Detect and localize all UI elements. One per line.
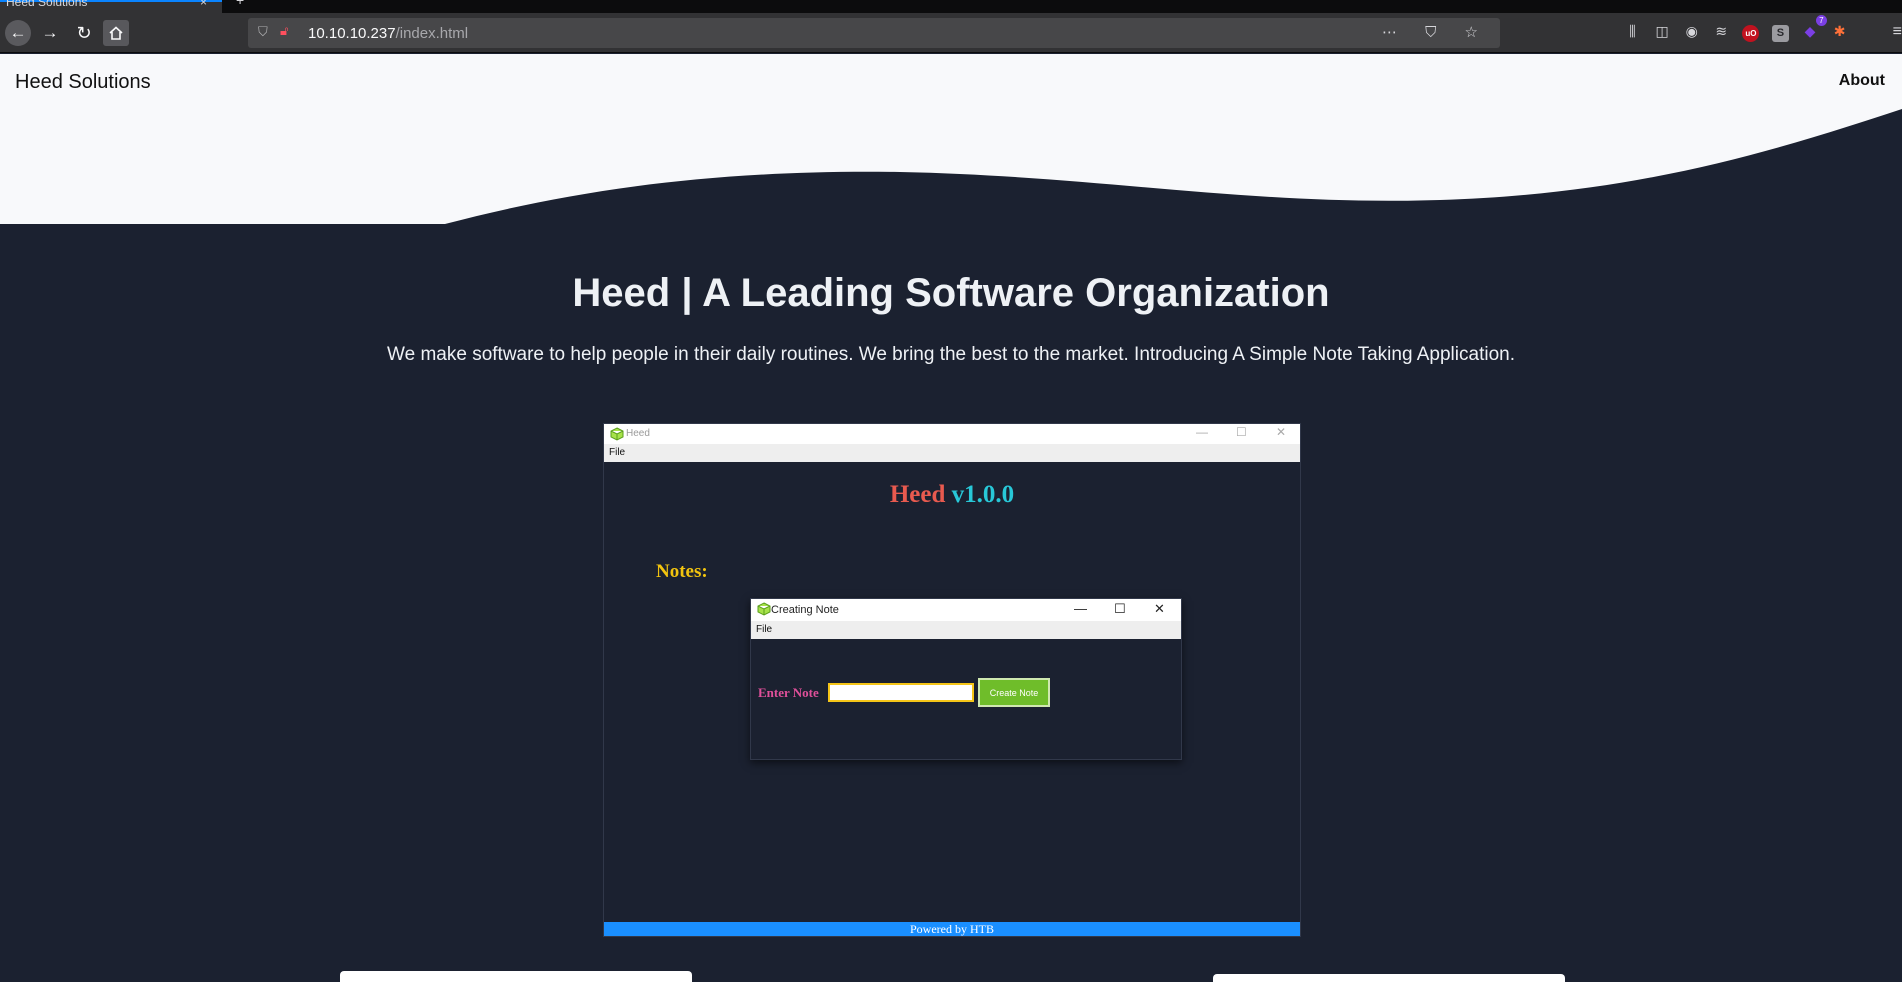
site-brand[interactable]: Heed Solutions	[15, 71, 151, 94]
create-note-button: Create Note	[978, 678, 1050, 707]
tab-close-icon[interactable]: ×	[200, 0, 207, 9]
address-bar[interactable]: ⛉ 🔓︎ 10.10.10.237/index.html ⋯ ⛉ ☆	[248, 18, 1500, 48]
app-heading: Heed v1.0.0	[604, 481, 1300, 509]
close-icon: ✕	[1154, 601, 1165, 616]
minimize-icon: —	[1074, 601, 1087, 616]
minimize-icon: —	[1196, 425, 1208, 439]
sidebar-icon[interactable]: ◫	[1654, 23, 1671, 40]
dialog-menu-file: File	[756, 624, 773, 635]
tracking-shield-icon[interactable]: ⛉	[258, 24, 268, 40]
extension-s-icon[interactable]: S	[1771, 25, 1789, 42]
note-input	[828, 683, 974, 702]
hero-wave	[0, 54, 1902, 224]
dialog-titlebar: Creating Note — ☐ ✕	[751, 599, 1181, 621]
page-actions-icon[interactable]: ⋯ ⛉ ☆	[1382, 23, 1490, 41]
extension-badge: 7	[1816, 15, 1827, 26]
reload-icon: ↻	[76, 23, 92, 43]
foxyproxy-icon[interactable]: ≋	[1713, 23, 1730, 40]
url-host: 10.10.10.237	[308, 25, 396, 42]
app-window-title: Heed	[626, 428, 650, 439]
page-content: Heed Solutions About Heed | A Leading So…	[0, 54, 1902, 982]
app-version: v1.0.0	[951, 481, 1015, 508]
app-titlebar: Heed — ☐ ✕	[604, 424, 1300, 444]
account-icon[interactable]: ◉	[1683, 23, 1700, 40]
home-icon	[109, 26, 123, 40]
library-icon[interactable]: ⫼	[1624, 23, 1641, 40]
close-icon: ✕	[1276, 425, 1287, 439]
url-path: /index.html	[395, 25, 469, 42]
hamburger-menu-icon[interactable]: ≡	[1893, 23, 1902, 41]
home-button[interactable]	[103, 20, 129, 46]
back-button[interactable]: ←	[5, 20, 31, 46]
page-tagline: We make software to help people in their…	[387, 344, 1515, 365]
app-menubar: File	[604, 444, 1300, 462]
new-tab-button[interactable]: +	[236, 0, 244, 8]
arrow-right-icon: →	[41, 23, 59, 42]
creating-note-dialog: Creating Note — ☐ ✕ File Enter Note Crea…	[750, 598, 1182, 760]
hackbar-icon[interactable]: ◆ 7	[1802, 15, 1827, 40]
enter-note-label: Enter Note	[758, 685, 819, 700]
powered-by-footer: Powered by HTB	[604, 922, 1300, 936]
arrow-left-icon: ←	[9, 23, 27, 42]
insecure-lock-icon[interactable]: 🔓︎	[280, 23, 288, 39]
reload-button[interactable]: ↻	[71, 20, 97, 46]
ublock-icon[interactable]: uO	[1742, 25, 1760, 42]
browser-tab[interactable]: Heed Solutions ×	[0, 0, 222, 13]
dialog-menubar: File	[751, 621, 1181, 639]
app-screenshot: Heed — ☐ ✕ File Heed v1.0.0 Notes: Creat…	[603, 423, 1301, 937]
forward-button[interactable]: →	[37, 20, 63, 46]
heed-cube-icon	[610, 427, 624, 441]
maximize-icon: ☐	[1236, 425, 1247, 439]
firefox-relay-icon[interactable]: ✱	[1831, 23, 1848, 40]
maximize-icon: ☐	[1114, 601, 1126, 616]
feature-card	[340, 971, 692, 982]
feature-card	[1213, 974, 1565, 982]
url-text[interactable]: 10.10.10.237/index.html	[308, 25, 468, 42]
app-menu-file: File	[609, 447, 626, 458]
heed-cube-icon	[757, 602, 771, 616]
app-name: Heed	[889, 481, 946, 508]
tab-title: Heed Solutions	[6, 0, 88, 9]
extension-icons: ⫼ ◫ ◉ ≋ uO S ◆ 7 ✱	[1624, 15, 1861, 43]
tab-strip: Heed Solutions × +	[0, 0, 1902, 13]
browser-toolbar: ← → ↻ ⛉ 🔓︎ 10.10.10.237/index.html ⋯ ⛉ ☆…	[0, 13, 1902, 53]
dialog-title: Creating Note	[771, 604, 839, 616]
notes-label: Notes:	[656, 561, 708, 582]
page-headline: Heed | A Leading Software Organization	[572, 271, 1330, 315]
nav-about-link[interactable]: About	[1839, 72, 1885, 90]
